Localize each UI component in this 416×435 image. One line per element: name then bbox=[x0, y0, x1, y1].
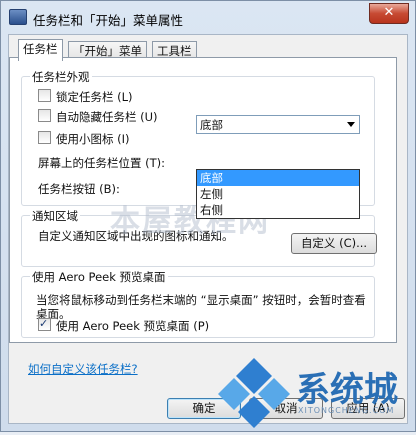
aero-peek-description: 当您将鼠标移动到任务栏末端的 “显示桌面” 按钮时，会暂时查看桌面。 bbox=[36, 293, 366, 321]
taskbar-position-options[interactable]: 底部 左侧 右侧 bbox=[196, 169, 360, 219]
tab-label: 任务栏 bbox=[23, 42, 58, 56]
close-icon: ✕ bbox=[383, 5, 395, 20]
taskbar-app-icon bbox=[9, 9, 27, 25]
appearance-group-title: 任务栏外观 bbox=[30, 69, 92, 85]
checkbox-label: 自动隐藏任务栏 (U) bbox=[56, 110, 158, 124]
auto-hide-checkbox[interactable]: 自动隐藏任务栏 (U) bbox=[38, 109, 158, 125]
help-link[interactable]: 如何自定义该任务栏? bbox=[28, 361, 138, 377]
site-watermark-logo: 系统城 XITONGCHENG.COM bbox=[214, 354, 414, 432]
tab-label: 「开始」菜单 bbox=[73, 44, 142, 58]
window-title: 任务栏和「开始」菜单属性 bbox=[33, 13, 184, 28]
aero-peek-checkbox[interactable]: 使用 Aero Peek 预览桌面 (P) bbox=[38, 316, 210, 334]
checkbox-box bbox=[38, 89, 51, 102]
logo-subtext: XITONGCHENG.COM bbox=[298, 406, 395, 415]
option-left[interactable]: 左侧 bbox=[197, 186, 359, 202]
option-bottom[interactable]: 底部 bbox=[197, 170, 359, 186]
checkbox-box bbox=[38, 316, 51, 332]
button-label: 确定 bbox=[192, 401, 216, 415]
option-right[interactable]: 右侧 bbox=[197, 202, 359, 218]
checkbox-label: 使用 Aero Peek 预览桌面 (P) bbox=[56, 319, 210, 333]
button-label: 自定义 (C)... bbox=[300, 236, 368, 250]
logo-text: 系统城 bbox=[296, 370, 398, 410]
tab-label: 工具栏 bbox=[157, 44, 192, 58]
position-label: 屏幕上的任务栏位置 (T): bbox=[38, 156, 166, 170]
notification-group-title: 通知区域 bbox=[30, 208, 80, 224]
checkbox-box bbox=[38, 109, 51, 122]
checkbox-label: 锁定任务栏 (L) bbox=[56, 90, 133, 104]
chevron-down-icon bbox=[347, 122, 355, 127]
checkbox-box bbox=[38, 131, 51, 144]
select-value: 底部 bbox=[200, 118, 223, 132]
aero-peek-group-title: 使用 Aero Peek 预览桌面 bbox=[30, 269, 168, 285]
tab-taskbar[interactable]: 任务栏 bbox=[18, 39, 63, 61]
diamond-logo-icon bbox=[218, 358, 290, 428]
taskbar-position-select[interactable]: 底部 bbox=[196, 115, 360, 134]
buttons-label: 任务栏按钮 (B): bbox=[38, 182, 120, 196]
customize-button[interactable]: 自定义 (C)... bbox=[291, 233, 377, 254]
close-button[interactable]: ✕ bbox=[369, 3, 409, 24]
lock-taskbar-checkbox[interactable]: 锁定任务栏 (L) bbox=[38, 89, 133, 105]
checkbox-label: 使用小图标 (I) bbox=[56, 132, 130, 146]
small-icons-checkbox[interactable]: 使用小图标 (I) bbox=[38, 131, 130, 147]
title-bar[interactable]: 任务栏和「开始」菜单属性 ✕ bbox=[1, 1, 415, 35]
